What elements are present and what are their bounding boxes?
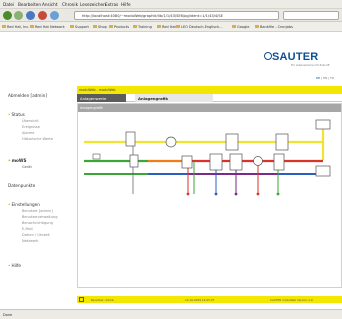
language-de[interactable]: DE — [316, 76, 320, 80]
tab-bar: Anlagenwerte Anlagengrafik — [77, 94, 342, 102]
sidebar-item-network[interactable]: Netzwerk — [22, 239, 38, 243]
url-bar[interactable]: http://localhost:4080/~moduWeb/graphik/l… — [74, 11, 279, 20]
menu-edit[interactable]: Bearbeiten — [18, 2, 41, 7]
pump-icon — [181, 155, 193, 169]
sidebar-item-history[interactable]: Historische Werte — [22, 137, 53, 141]
bookmark-item[interactable]: Red Hat — [157, 25, 176, 29]
breadcrumb-bar: moduWeb - moduWeb — [77, 86, 342, 94]
sidebar-item-datetime[interactable]: Datum / Uhrzeit — [22, 233, 50, 237]
valve-icon — [129, 154, 139, 168]
browser-navbar: http://localhost:4080/~moduWeb/graphik/l… — [0, 9, 342, 22]
menu-view[interactable]: Ansicht — [42, 2, 57, 7]
bookmark-item[interactable]: Products — [109, 25, 129, 29]
sidebar-item-user-management[interactable]: Benutzerverwaltung — [22, 215, 57, 219]
sauter-logo-icon — [264, 52, 272, 60]
coil-icon — [229, 153, 243, 171]
heat-exchanger-icon — [225, 133, 239, 151]
status-text: Done — [3, 313, 13, 317]
menu-file[interactable]: Datei — [3, 2, 14, 7]
heat-exchanger-icon — [275, 133, 289, 151]
sensor-icon — [214, 192, 218, 196]
sidebar-section-settings[interactable]: •Einstellungen — [8, 202, 40, 207]
panel-title: Anlagengrafik — [80, 105, 103, 110]
bookmark-item[interactable]: Support — [70, 25, 89, 29]
hvac-schematic — [84, 119, 331, 196]
language-en[interactable]: EN — [323, 76, 327, 80]
panel-header: Anlagengrafik — [78, 104, 341, 112]
filter-icon — [125, 131, 136, 147]
sidebar-section-mows[interactable]: •moWS — [8, 158, 27, 163]
sidebar-logout[interactable]: Abmelden [admin] — [8, 93, 47, 98]
tab-plant-values[interactable]: Anlagenwerte — [77, 94, 126, 102]
bookmark-item[interactable]: Bankfile - Cronjobs — [255, 25, 293, 29]
brand-tagline: Für Lebensräume mit Zukunft — [291, 64, 330, 67]
browser-statusbar: Done — [0, 309, 342, 319]
sidebar-item-user[interactable]: Benutzer [admin] — [22, 209, 53, 213]
bookmarks-toolbar: Red Hat, Inc. Red Hat Network Support Sh… — [0, 22, 342, 32]
sauter-logo: SAUTER — [272, 51, 319, 63]
sidebar-item-device[interactable]: Gerät — [22, 165, 32, 169]
search-input[interactable] — [283, 11, 339, 20]
damper-icon — [273, 153, 285, 171]
sensor-icon — [256, 192, 260, 196]
language-fr[interactable]: FR — [330, 76, 334, 80]
sidebar-item-email[interactable]: E-Mail — [22, 227, 33, 231]
sidebar-item-alarms[interactable]: Alarme — [22, 131, 34, 135]
sidebar-item-overview[interactable]: Übersicht — [22, 119, 39, 123]
url-text: http://localhost:4080/~moduWeb/graphik/l… — [82, 13, 223, 18]
bookmark-item[interactable]: Red Hat Network — [30, 25, 65, 29]
forward-icon[interactable] — [14, 11, 23, 20]
sidebar-item-events[interactable]: Ereignisse — [22, 125, 40, 129]
bookmark-item[interactable]: Google — [232, 25, 249, 29]
breadcrumb: moduWeb - moduWeb — [79, 87, 116, 92]
reload-icon[interactable] — [26, 11, 35, 20]
menu-help[interactable]: Hilfe — [121, 2, 131, 7]
sidebar-section-status[interactable]: •Status — [8, 112, 25, 117]
sensor-icon — [276, 192, 280, 196]
footer-version: SAUTER moduWeb Version 1.0 — [270, 297, 313, 302]
menu-history[interactable]: Chronik — [62, 2, 78, 7]
menu-bookmarks[interactable]: Lesezeichen — [80, 2, 106, 7]
sidebar-item-notification[interactable]: Benachrichtigung — [22, 221, 53, 225]
schematic-panel: Anlagengrafik — [77, 103, 342, 288]
status-footer: Benutzer: Admin 12.10.2009 14:05:07 SAUT… — [77, 296, 342, 303]
sidebar-section-datapoints[interactable]: Datenpunkte — [8, 183, 35, 188]
fan-icon — [165, 136, 177, 148]
footer-timestamp: 12.10.2009 14:05:07 — [185, 297, 215, 302]
sensor-icon — [234, 192, 238, 196]
bookmark-item[interactable]: LEO Deutsch-Englisch... — [176, 25, 223, 29]
back-icon[interactable] — [3, 11, 12, 20]
stop-icon[interactable] — [38, 11, 47, 20]
sensor-icon — [92, 153, 101, 160]
fan-icon — [253, 156, 263, 166]
footer-user: Benutzer: Admin — [91, 297, 115, 302]
bookmark-item[interactable]: Training — [133, 25, 152, 29]
bookmark-item[interactable]: Red Hat, Inc. — [2, 25, 29, 29]
sensor-icon — [186, 192, 190, 196]
home-icon[interactable] — [50, 11, 59, 20]
language-switch: DE | EN | FR — [316, 76, 335, 80]
coil-icon — [209, 153, 223, 171]
outlet-box-icon — [315, 165, 331, 177]
bookmark-item[interactable]: Shop — [93, 25, 107, 29]
printer-icon[interactable] — [79, 297, 84, 302]
sidebar-section-help[interactable]: •Hilfe — [8, 263, 21, 268]
outlet-box-icon — [315, 119, 331, 130]
browser-menubar: Datei Bearbeiten Ansicht Chronik Lesezei… — [0, 0, 342, 9]
sidebar-nav: Abmelden [admin] •Status Übersicht Ereig… — [0, 82, 72, 297]
tab-plant-graphic[interactable]: Anlagengrafik — [135, 94, 213, 102]
menu-tools[interactable]: Extras — [105, 2, 118, 7]
